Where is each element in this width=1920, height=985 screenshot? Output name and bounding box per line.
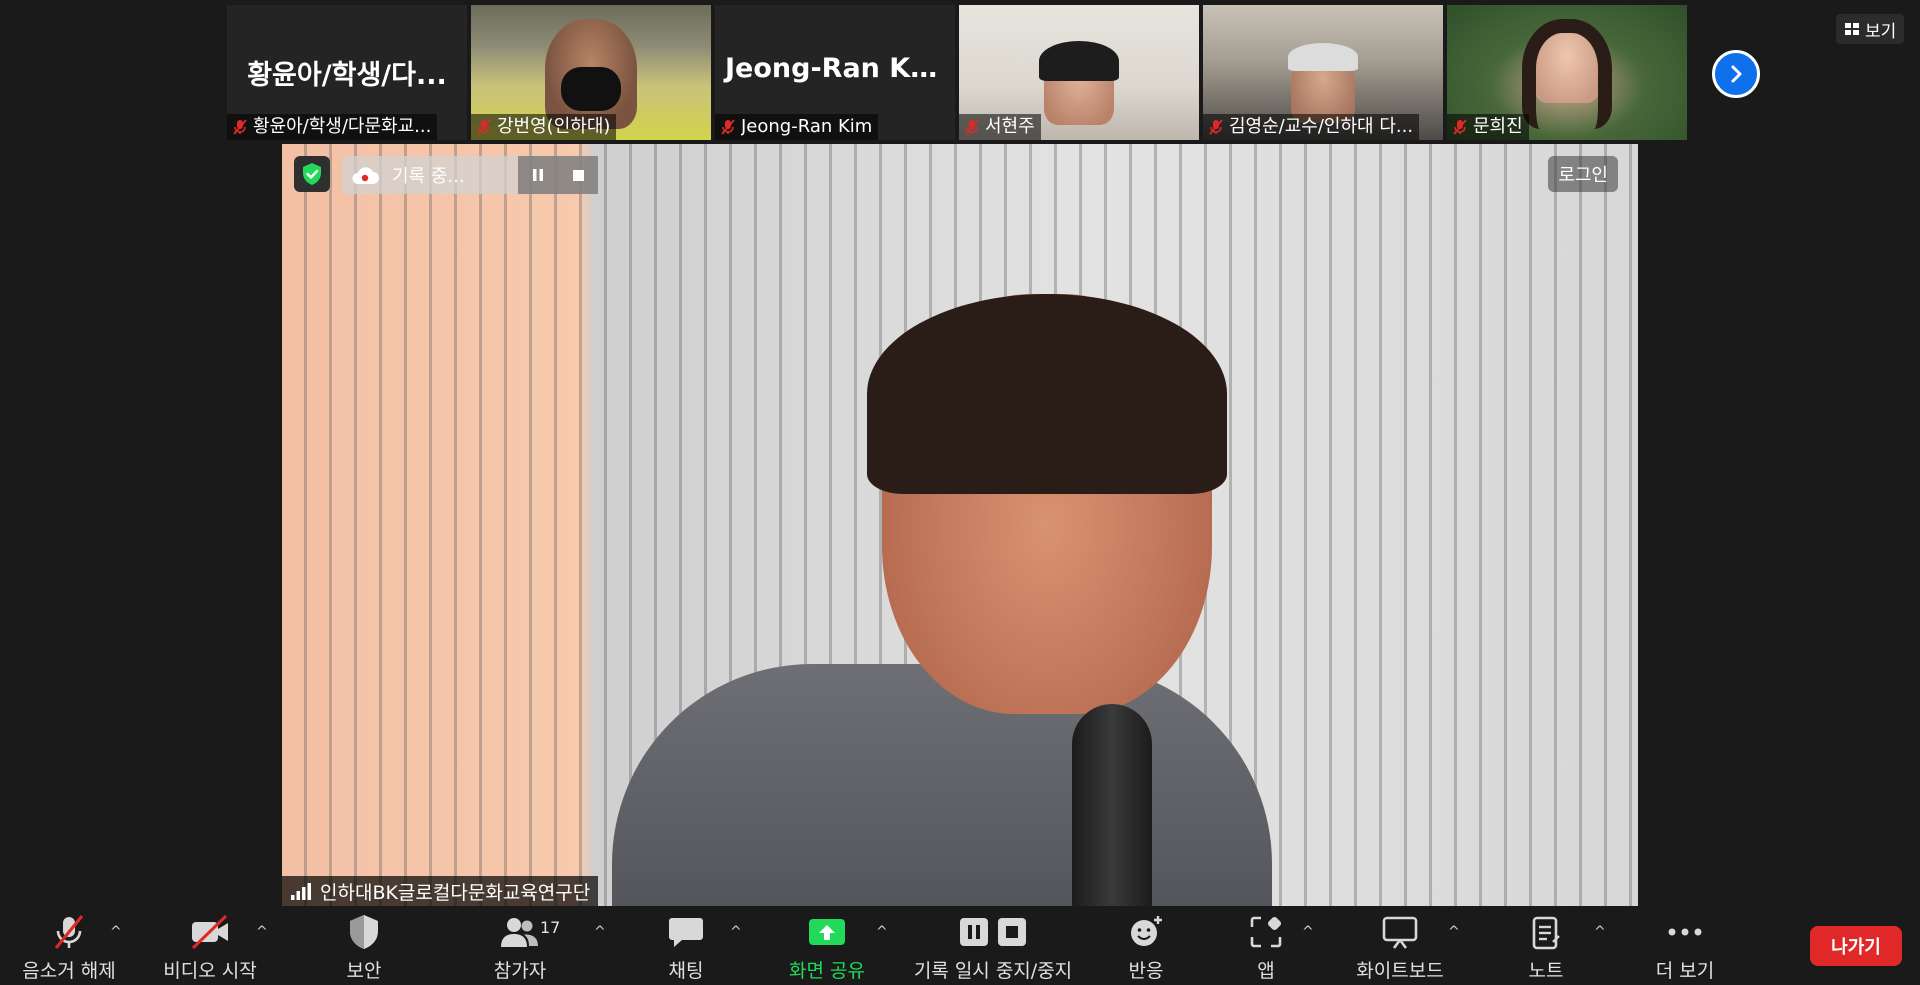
share-screen-icon bbox=[809, 919, 845, 945]
speaker-body bbox=[612, 664, 1272, 906]
share-screen-button[interactable]: 화면 공유 bbox=[782, 910, 872, 985]
security-button[interactable]: 보안 bbox=[324, 910, 404, 985]
notes-options-caret[interactable]: ^ bbox=[1594, 924, 1606, 940]
chat-button[interactable]: 채팅 bbox=[650, 910, 722, 985]
speaker-name: 인하대BK글로컬다문화교육연구단 bbox=[320, 881, 591, 904]
participant-caption: 강번영(인하대) bbox=[471, 114, 617, 140]
participant-caption: 김영순/교수/인하대 다... bbox=[1203, 114, 1420, 140]
chevron-right-icon bbox=[1731, 65, 1742, 83]
pause-icon bbox=[533, 169, 543, 181]
whiteboard-icon bbox=[1382, 916, 1418, 949]
pause-recording-button[interactable] bbox=[518, 156, 558, 194]
microphone bbox=[1072, 704, 1152, 906]
participant-hair bbox=[1522, 19, 1612, 129]
video-off-icon bbox=[191, 914, 228, 950]
next-page-button[interactable] bbox=[1712, 50, 1760, 98]
chat-bubble-icon bbox=[669, 918, 703, 947]
apps-options-caret[interactable]: ^ bbox=[1302, 924, 1314, 940]
notes-button[interactable]: 노트 bbox=[1510, 910, 1582, 985]
whiteboard-options-caret[interactable]: ^ bbox=[1448, 924, 1460, 940]
cloud-recording-icon bbox=[342, 164, 388, 186]
mic-muted-icon bbox=[1209, 119, 1223, 135]
grid-icon bbox=[1845, 23, 1859, 35]
participant-big-name: Jeong-Ran Kim bbox=[725, 53, 948, 84]
speaker-hair bbox=[867, 294, 1227, 494]
participant-big-name: 황윤아/학생/다... bbox=[247, 60, 447, 91]
participant-tile[interactable]: 황윤아/학생/다... 황윤아/학생/다문화교... bbox=[227, 5, 467, 140]
participant-tile[interactable]: 서현주 bbox=[959, 5, 1199, 140]
apps-button[interactable]: 앱 bbox=[1230, 910, 1302, 985]
reactions-button[interactable]: 반응 bbox=[1110, 910, 1182, 985]
more-dots-icon bbox=[1668, 928, 1702, 936]
signal-strength-icon bbox=[291, 883, 311, 900]
shield-check-icon bbox=[303, 163, 321, 185]
video-options-caret[interactable]: ^ bbox=[256, 924, 268, 940]
login-button[interactable]: 로그인 bbox=[1548, 156, 1618, 192]
face-mask bbox=[561, 67, 621, 111]
apps-icon bbox=[1250, 916, 1282, 948]
view-button[interactable]: 보기 bbox=[1836, 14, 1905, 44]
encryption-badge[interactable] bbox=[294, 156, 330, 192]
mic-muted-icon bbox=[233, 119, 247, 135]
more-button[interactable]: 더 보기 bbox=[1640, 910, 1730, 985]
share-options-caret[interactable]: ^ bbox=[876, 924, 888, 940]
participants-count: 17 bbox=[540, 918, 561, 937]
stop-icon bbox=[998, 918, 1026, 946]
shield-icon bbox=[350, 915, 378, 949]
unmute-button[interactable]: 음소거 해제 bbox=[14, 910, 124, 985]
emoji-icon bbox=[1131, 916, 1162, 946]
whiteboard-button[interactable]: 화이트보드 bbox=[1345, 910, 1455, 985]
participant-strip: 황윤아/학생/다... 황윤아/학생/다문화교... 강번영(인하대) Jeon… bbox=[227, 5, 1687, 140]
participant-tile[interactable]: Jeong-Ran Kim Jeong-Ran Kim bbox=[715, 5, 955, 140]
mic-muted-icon bbox=[477, 119, 491, 135]
pause-icon bbox=[960, 918, 988, 946]
mic-muted-icon bbox=[54, 915, 84, 949]
chat-options-caret[interactable]: ^ bbox=[730, 924, 742, 940]
mic-muted-icon bbox=[965, 119, 979, 135]
participant-caption: 문희진 bbox=[1447, 114, 1529, 140]
people-icon bbox=[501, 918, 538, 947]
leave-button[interactable]: 나가기 bbox=[1810, 926, 1902, 966]
participant-tile[interactable]: 김영순/교수/인하대 다... bbox=[1203, 5, 1443, 140]
speaker-name-tag: 인하대BK글로컬다문화교육연구단 bbox=[282, 876, 599, 906]
recording-indicator: 기록 중... bbox=[342, 156, 598, 194]
audio-options-caret[interactable]: ^ bbox=[110, 924, 122, 940]
notes-icon bbox=[1532, 916, 1560, 950]
participant-caption: 황윤아/학생/다문화교... bbox=[227, 114, 438, 140]
meeting-toolbar: 음소거 해제 ^ 비디오 시작 ^ 보안 17 참가자 ^ 채팅 ^ 화면 공유 bbox=[0, 910, 1920, 985]
stop-recording-button[interactable] bbox=[558, 156, 598, 194]
participant-caption: Jeong-Ran Kim bbox=[715, 114, 879, 140]
participants-options-caret[interactable]: ^ bbox=[594, 924, 606, 940]
stop-icon bbox=[572, 169, 584, 181]
recording-control-button[interactable]: 기록 일시 중지/중지 bbox=[908, 910, 1078, 985]
mic-muted-icon bbox=[1453, 119, 1467, 135]
participants-button[interactable]: 17 참가자 bbox=[480, 910, 560, 985]
participant-tile[interactable]: 강번영(인하대) bbox=[471, 5, 711, 140]
participant-hair bbox=[1039, 41, 1119, 81]
participant-tile[interactable]: 문희진 bbox=[1447, 5, 1687, 140]
start-video-button[interactable]: 비디오 시작 bbox=[155, 910, 265, 985]
mic-muted-icon bbox=[721, 119, 735, 135]
recording-label: 기록 중... bbox=[392, 166, 465, 187]
participant-hair bbox=[1288, 43, 1358, 71]
participant-caption: 서현주 bbox=[959, 114, 1041, 140]
view-label: 보기 bbox=[1865, 21, 1897, 42]
main-speaker-video[interactable]: 기록 중... 로그인 인하대BK글로컬다문화교육연구단 bbox=[282, 144, 1638, 906]
